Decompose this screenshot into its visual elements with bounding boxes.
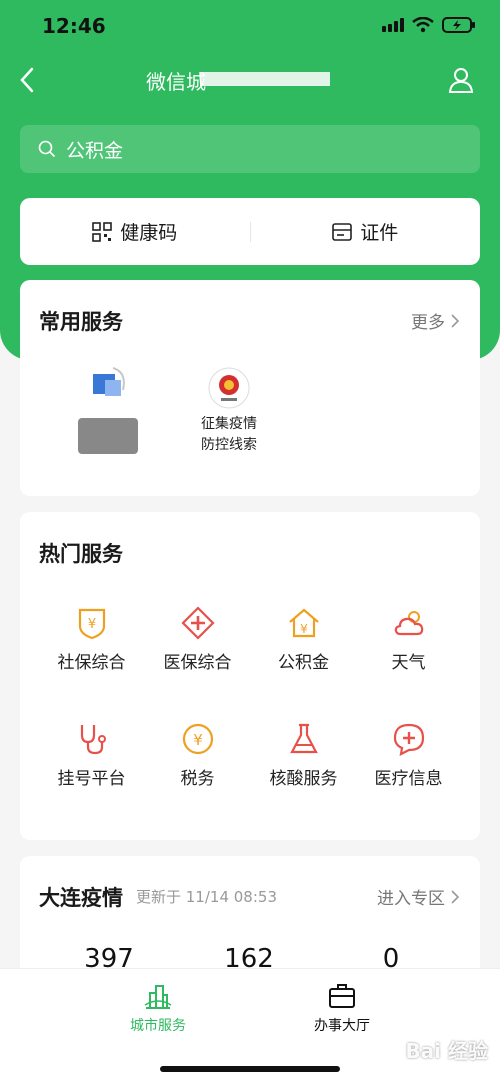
weather-icon xyxy=(394,611,423,636)
search-input[interactable]: 公积金 xyxy=(20,125,480,173)
chat-cross-icon xyxy=(393,723,424,756)
house-yen-icon: ¥ xyxy=(288,608,319,638)
common-item-redacted[interactable] xyxy=(58,366,158,454)
hot-item-label: 核酸服务 xyxy=(269,769,338,789)
hot-item-tax[interactable]: ¥ 税务 xyxy=(140,722,255,789)
city-buildings-icon xyxy=(144,985,172,1009)
hot-item-registration[interactable]: 挂号平台 xyxy=(34,722,149,789)
qr-code-icon xyxy=(92,221,113,242)
briefcase-icon xyxy=(329,984,355,1008)
hot-item-medical-info[interactable]: 医疗信息 xyxy=(351,722,466,789)
hot-item-housing-fund[interactable]: ¥ 公积金 xyxy=(246,606,361,673)
tab-bar: 城市服务 办事大厅 xyxy=(0,968,500,1082)
nav-bar: 微信城 xyxy=(0,56,500,106)
tab-service-hall[interactable]: 办事大厅 xyxy=(272,981,412,1035)
hot-item-label: 社保综合 xyxy=(57,653,126,673)
hot-item-label: 挂号平台 xyxy=(57,769,126,789)
more-label: 更多 xyxy=(411,313,445,333)
signal-icon xyxy=(382,18,404,32)
yen-coin-icon: ¥ xyxy=(182,723,213,755)
health-code-label: 健康码 xyxy=(120,222,178,244)
id-card-icon xyxy=(332,222,353,241)
app-icon xyxy=(93,367,125,396)
chevron-left-icon xyxy=(20,67,34,93)
hot-item-label: 公积金 xyxy=(278,653,329,673)
certificate-label: 证件 xyxy=(360,222,399,244)
hot-item-label: 天气 xyxy=(391,653,426,673)
hot-item-weather[interactable]: 天气 xyxy=(351,606,466,673)
medical-cross-icon xyxy=(180,606,215,640)
svg-text:¥: ¥ xyxy=(300,622,308,636)
shield-yen-icon: ¥ xyxy=(78,608,105,640)
quick-actions: 健康码 证件 xyxy=(20,198,480,265)
redacted-label xyxy=(78,418,138,454)
home-indicator xyxy=(160,1066,340,1072)
chevron-right-icon xyxy=(451,313,460,328)
hot-item-social-security[interactable]: ¥ 社保综合 xyxy=(34,606,149,673)
back-button[interactable] xyxy=(12,62,42,98)
search-icon xyxy=(38,140,56,158)
common-item-epidemic-clues[interactable]: 征集疫情 防控线索 xyxy=(179,366,279,456)
health-code-button[interactable]: 健康码 xyxy=(20,218,250,245)
hot-services-card: 热门服务 ¥ 社保综合 医保综合 ¥ 公积金 天气 挂号平台 ¥ 税务 核酸服务… xyxy=(20,512,480,840)
redacted-title xyxy=(200,72,330,86)
update-time: 更新于 11/14 08:53 xyxy=(136,888,277,906)
svg-text:¥: ¥ xyxy=(87,617,95,632)
certificate-button[interactable]: 证件 xyxy=(251,218,481,245)
stethoscope-icon xyxy=(80,725,106,755)
enter-zone-link[interactable]: 进入专区 xyxy=(377,884,460,909)
hot-item-label: 医保综合 xyxy=(163,653,232,673)
hot-item-medical-insurance[interactable]: 医保综合 xyxy=(140,606,255,673)
tab-city-services[interactable]: 城市服务 xyxy=(88,981,228,1035)
status-bar: 12:46 xyxy=(0,0,500,56)
common-services-title: 常用服务 xyxy=(39,310,123,334)
epidemic-title: 大连疫情 xyxy=(39,886,123,910)
wifi-icon xyxy=(412,17,434,33)
status-icons xyxy=(382,16,476,34)
item-label-line2: 防控线索 xyxy=(201,437,257,453)
tab-label: 办事大厅 xyxy=(314,1018,370,1034)
enter-zone-label: 进入专区 xyxy=(377,889,445,909)
tab-label: 城市服务 xyxy=(130,1018,186,1034)
common-services-card: 常用服务 更多 征集疫情 防控线索 xyxy=(20,280,480,496)
watermark-text: Bai 经验 xyxy=(405,1039,488,1063)
hot-item-nucleic-test[interactable]: 核酸服务 xyxy=(246,722,361,789)
svg-text:¥: ¥ xyxy=(193,731,203,749)
emblem-icon xyxy=(208,367,250,409)
hot-services-title: 热门服务 xyxy=(39,542,123,566)
page-title: 微信城 xyxy=(146,70,206,94)
profile-icon[interactable] xyxy=(448,66,474,94)
flask-icon xyxy=(289,723,318,754)
chevron-right-icon xyxy=(451,889,460,904)
more-link[interactable]: 更多 xyxy=(411,308,460,333)
battery-icon xyxy=(442,17,475,33)
search-placeholder: 公积金 xyxy=(66,139,124,162)
item-label-line1: 征集疫情 xyxy=(201,416,257,432)
watermark-logo: Bai 经验 xyxy=(405,1035,488,1064)
hot-item-label: 税务 xyxy=(180,769,215,789)
status-time: 12:46 xyxy=(42,14,106,38)
hot-item-label: 医疗信息 xyxy=(374,769,443,789)
